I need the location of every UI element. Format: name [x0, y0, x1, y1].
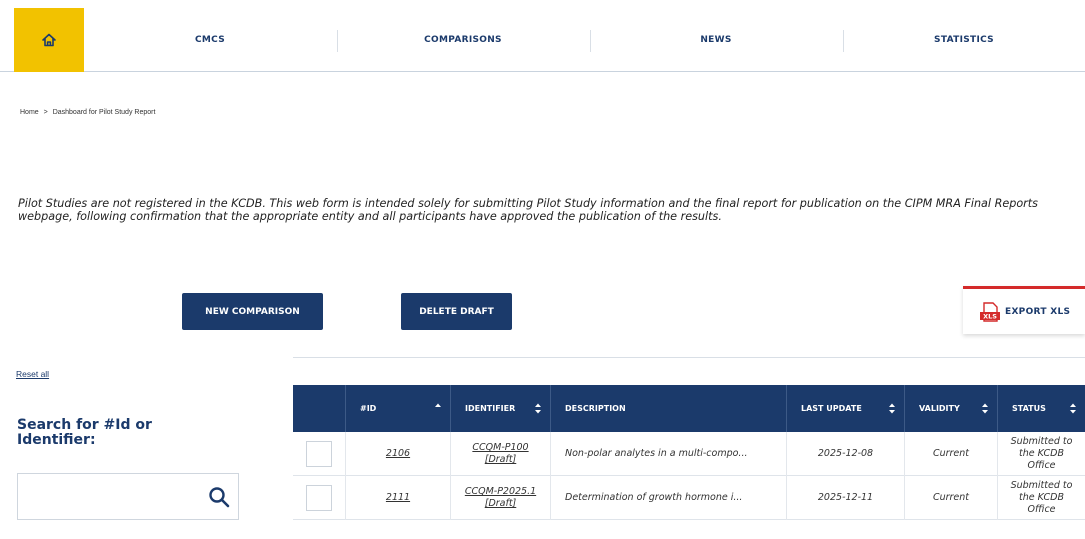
column-identifier-label: IDENTIFIER [465, 404, 516, 413]
column-id[interactable]: #ID [345, 385, 450, 432]
sort-icon [889, 403, 895, 414]
column-last-update[interactable]: LAST UPDATE [786, 385, 904, 432]
description-cell: Determination of growth hormone i... [550, 476, 786, 520]
validity-cell: Current [904, 432, 997, 476]
identifier-draft-tag[interactable]: [Draft] [485, 454, 517, 466]
sort-icon [535, 403, 541, 414]
column-validity[interactable]: VALIDITY [904, 385, 997, 432]
table-row: 2111 CCQM-P2025.1 [Draft] Determination … [293, 476, 1085, 520]
identifier-link[interactable]: CCQM-P2025.1 [465, 486, 536, 498]
column-description-label: DESCRIPTION [565, 404, 626, 413]
sort-icon [1070, 403, 1076, 414]
column-last-update-label: LAST UPDATE [801, 404, 862, 413]
last-update-cell: 2025-12-11 [786, 476, 904, 520]
home-button[interactable] [14, 8, 84, 72]
delete-draft-button[interactable]: DELETE DRAFT [401, 293, 512, 330]
column-status[interactable]: STATUS [997, 385, 1085, 432]
nav-cmcs[interactable]: CMCS [84, 8, 336, 72]
xls-file-icon: XLS [980, 301, 1000, 322]
status-line: the KCDB [1018, 492, 1065, 503]
column-validity-label: VALIDITY [919, 404, 960, 413]
identifier-cell: CCQM-P2025.1 [Draft] [450, 476, 550, 520]
description-cell: Non-polar analytes in a multi-compo... [550, 432, 786, 476]
table-row: 2106 CCQM-P100 [Draft] Non-polar analyte… [293, 432, 1085, 476]
status-line: Office [1027, 504, 1056, 515]
last-update-cell: 2025-12-08 [786, 432, 904, 476]
breadcrumb-home[interactable]: Home [20, 109, 39, 116]
validity-cell: Current [904, 476, 997, 520]
table-header: #ID IDENTIFIER DESCRIPTION LAST UPDATE V… [293, 385, 1085, 432]
search-box [17, 473, 239, 520]
breadcrumb: Home > Dashboard for Pilot Study Report [20, 109, 155, 116]
row-select-cell [293, 432, 345, 476]
column-id-label: #ID [360, 404, 377, 413]
status-cell: Submitted to the KCDB Office [997, 432, 1085, 476]
status-line: Submitted to [1010, 480, 1073, 491]
row-select-cell [293, 476, 345, 520]
new-comparison-button[interactable]: NEW COMPARISON [182, 293, 323, 330]
nav-comparisons[interactable]: COMPARISONS [337, 8, 589, 72]
export-xls-label: EXPORT XLS [1005, 306, 1071, 317]
id-link[interactable]: 2111 [386, 492, 410, 504]
xls-icon-text: XLS [983, 312, 997, 320]
column-status-label: STATUS [1012, 404, 1046, 413]
nav-statistics[interactable]: STATISTICS [843, 8, 1085, 72]
breadcrumb-current: Dashboard for Pilot Study Report [52, 109, 156, 116]
search-icon[interactable] [208, 486, 230, 508]
reset-all-link[interactable]: Reset all [16, 369, 49, 379]
status-cell: Submitted to the KCDB Office [997, 476, 1085, 520]
id-link[interactable]: 2106 [386, 448, 410, 460]
column-identifier[interactable]: IDENTIFIER [450, 385, 550, 432]
pilot-study-notice: Pilot Studies are not registered in the … [18, 197, 1038, 223]
identifier-cell: CCQM-P100 [Draft] [450, 432, 550, 476]
identifier-draft-tag[interactable]: [Draft] [485, 498, 517, 510]
search-input[interactable] [18, 474, 198, 519]
row-checkbox[interactable] [306, 485, 332, 511]
id-cell: 2111 [345, 476, 450, 520]
status-line: the KCDB [1018, 448, 1065, 459]
breadcrumb-separator: > [43, 109, 48, 116]
section-divider [293, 357, 1085, 358]
identifier-link[interactable]: CCQM-P100 [472, 442, 528, 454]
top-navigation: CMCS COMPARISONS NEWS STATISTICS [0, 0, 1085, 72]
row-checkbox[interactable] [306, 441, 332, 467]
id-cell: 2106 [345, 432, 450, 476]
home-icon [42, 33, 56, 47]
search-label: Search for #Id or Identifier: [17, 417, 152, 448]
sort-icon [982, 403, 988, 414]
column-description: DESCRIPTION [550, 385, 786, 432]
export-xls-button[interactable]: XLS EXPORT XLS [963, 286, 1085, 334]
status-line: Submitted to [1010, 436, 1073, 447]
status-line: Office [1027, 460, 1056, 471]
nav-news[interactable]: NEWS [590, 8, 842, 72]
sort-asc-icon [435, 403, 441, 407]
